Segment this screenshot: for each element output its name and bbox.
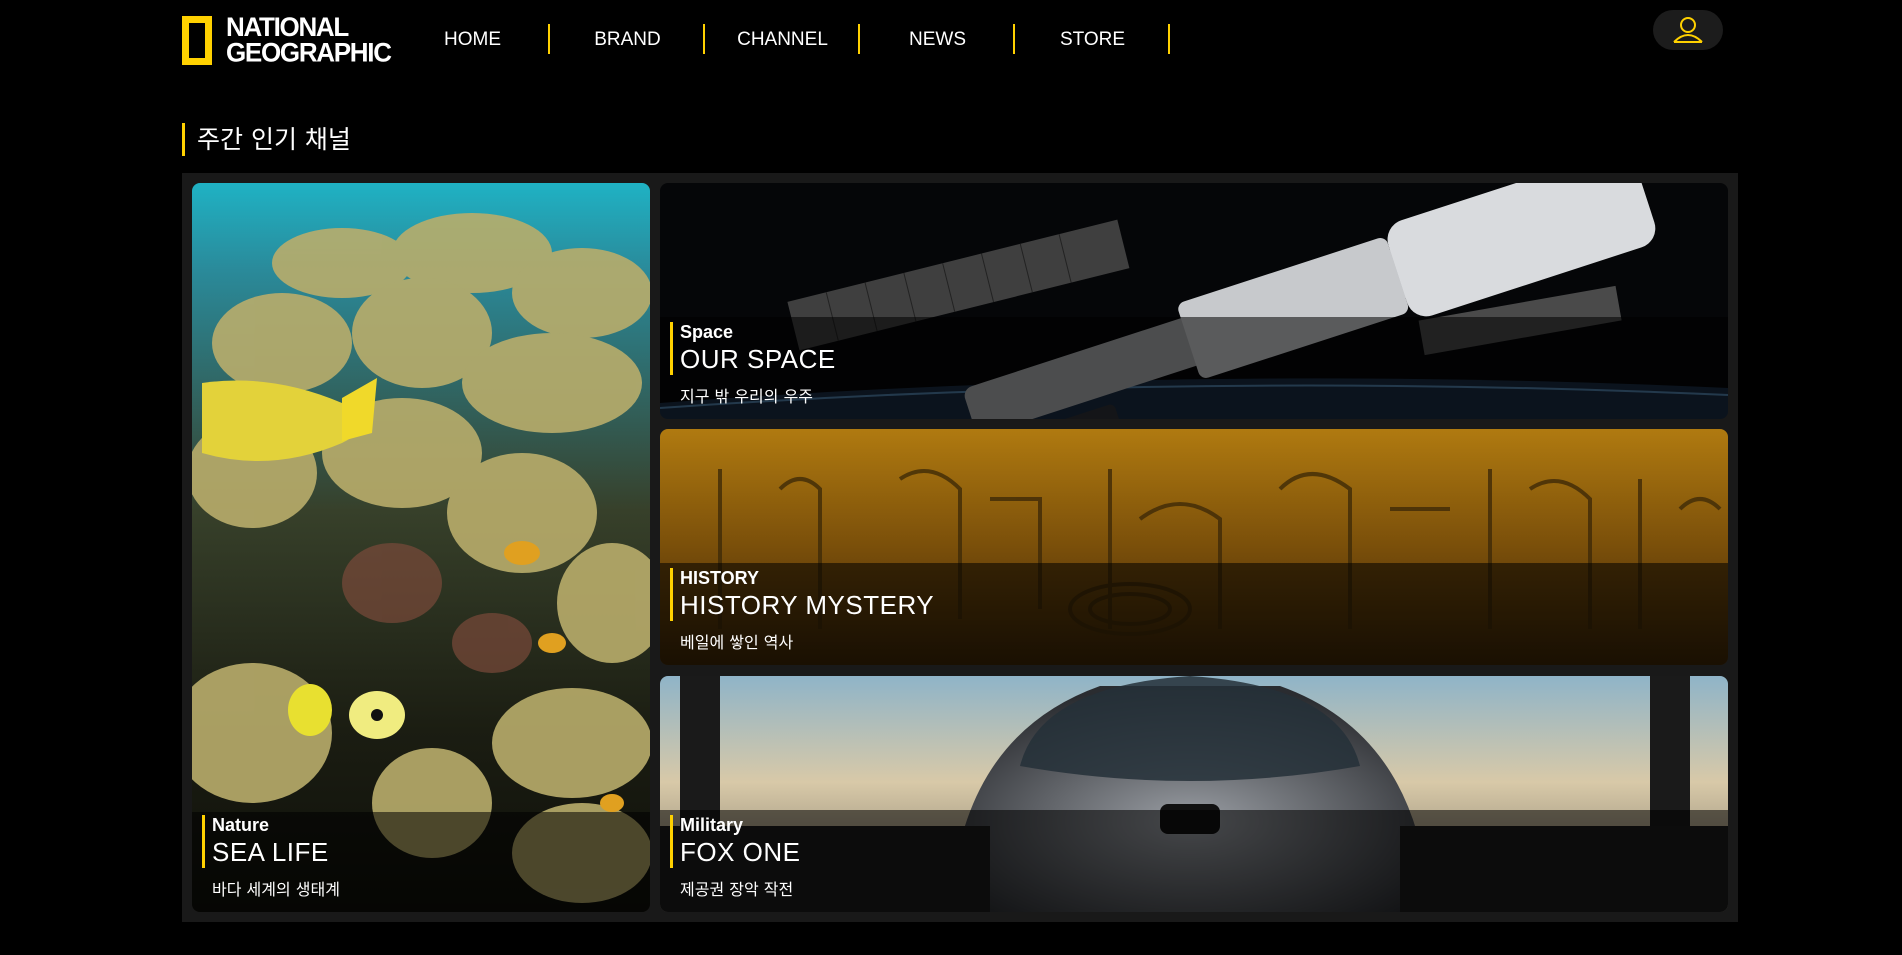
card-description: 지구 밖 우리의 우주 xyxy=(680,387,814,406)
user-icon xyxy=(1673,17,1703,43)
channel-card-history-mystery[interactable]: HISTORY HISTORY MYSTERY 베일에 쌓인 역사 xyxy=(660,429,1728,665)
user-account-button[interactable] xyxy=(1653,10,1723,50)
card-category: Nature xyxy=(212,815,270,835)
logo-text: NATIONAL GEOGRAPHIC xyxy=(226,13,392,68)
caption-accent: Military FOX ONE xyxy=(670,815,801,868)
caption-accent: HISTORY HISTORY MYSTERY xyxy=(670,568,934,621)
card-category: HISTORY xyxy=(680,568,760,588)
card-description: 바다 세계의 생태계 xyxy=(212,880,340,899)
sea-life-image xyxy=(192,183,650,912)
nav-store[interactable]: STORE xyxy=(1015,24,1170,54)
national-geographic-logo[interactable]: NATIONAL GEOGRAPHIC xyxy=(182,10,392,70)
nav-channel[interactable]: CHANNEL xyxy=(705,24,860,54)
nav-news[interactable]: NEWS xyxy=(860,24,1015,54)
caption-overlay xyxy=(660,810,1728,912)
nav-brand[interactable]: BRAND xyxy=(550,24,705,54)
channel-card-sea-life[interactable]: Nature SEA LIFE 바다 세계의 생태계 xyxy=(192,183,650,912)
channel-card-fox-one[interactable]: Military FOX ONE 제공권 장악 작전 xyxy=(660,676,1728,912)
our-space-caption: Space OUR SPACE 지구 밖 우리의 우주 xyxy=(670,322,836,407)
card-title: SEA LIFE xyxy=(212,837,329,867)
card-title: FOX ONE xyxy=(680,837,801,867)
card-description: 제공권 장악 작전 xyxy=(680,880,794,899)
card-category: Military xyxy=(680,815,744,835)
logo-yellow-frame-icon xyxy=(182,15,212,65)
channel-panel: Nature SEA LIFE 바다 세계의 생태계 Space OUR SPA… xyxy=(182,173,1738,922)
history-mystery-caption: HISTORY HISTORY MYSTERY 베일에 쌓인 역사 xyxy=(670,568,934,653)
fox-one-caption: Military FOX ONE 제공권 장악 작전 xyxy=(670,815,801,900)
main-nav: HOME BRAND CHANNEL NEWS STORE xyxy=(395,24,1170,56)
card-title: HISTORY MYSTERY xyxy=(680,590,935,620)
caption-accent: Space OUR SPACE xyxy=(670,322,836,375)
channel-card-our-space[interactable]: Space OUR SPACE 지구 밖 우리의 우주 xyxy=(660,183,1728,419)
card-description: 베일에 쌓인 역사 xyxy=(680,633,794,652)
card-category: Space xyxy=(680,322,734,342)
logo-line-2: GEOGRAPHIC xyxy=(226,36,392,68)
card-title: OUR SPACE xyxy=(680,344,836,374)
caption-accent: Nature SEA LIFE xyxy=(202,815,340,868)
sea-life-caption: Nature SEA LIFE 바다 세계의 생태계 xyxy=(202,815,340,900)
section-title: 주간 인기 채널 xyxy=(182,123,351,156)
nav-home[interactable]: HOME xyxy=(395,24,550,54)
